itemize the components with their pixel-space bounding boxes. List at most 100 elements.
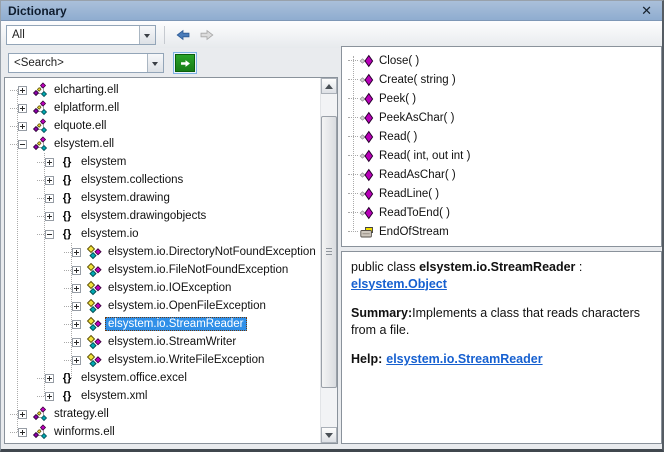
tree-item-label[interactable]: elsystem.io.FileNotFoundException — [105, 263, 291, 277]
tree-item-label[interactable]: elcharting.ell — [51, 83, 122, 97]
tree-item[interactable]: elsystem.io.WriteFileException — [5, 351, 320, 369]
library-icon — [32, 136, 48, 152]
tree-item[interactable]: elsystem.ell — [5, 135, 320, 153]
tree-item-label[interactable]: elsystem.io.IOException — [105, 281, 234, 295]
member-item-label[interactable]: Create( string ) — [379, 74, 456, 86]
tree-item-label[interactable]: elsystem.drawing — [78, 191, 173, 205]
search-combobox[interactable]: <Search> — [8, 53, 164, 73]
member-item[interactable]: EndOfStream — [348, 222, 661, 241]
tree-item-label[interactable]: elsystem.xml — [78, 389, 150, 403]
summary-label: Summary: — [351, 306, 413, 320]
tree-item-label[interactable]: elsystem.io.OpenFileException — [105, 299, 269, 313]
tree-item[interactable]: elsystem.io.OpenFileException — [5, 297, 320, 315]
collapse-icon[interactable] — [18, 139, 27, 149]
tree-item-label[interactable]: elsystem.ell — [51, 137, 117, 151]
member-item-label[interactable]: PeekAsChar( ) — [379, 112, 454, 124]
member-item[interactable]: ReadAsChar( ) — [348, 165, 661, 184]
member-item-label[interactable]: Read( int, out int ) — [379, 150, 470, 162]
expand-icon[interactable] — [72, 247, 81, 257]
expand-icon[interactable] — [18, 85, 27, 95]
expand-icon[interactable] — [72, 355, 81, 365]
member-item[interactable]: Peek( ) — [348, 89, 661, 108]
tree-item-label[interactable]: strategy.ell — [51, 407, 112, 421]
tree-item-label[interactable]: elsystem — [78, 155, 129, 169]
member-item[interactable]: Read( int, out int ) — [348, 146, 661, 165]
expand-icon[interactable] — [45, 373, 54, 383]
expand-icon[interactable] — [72, 301, 81, 311]
expand-icon[interactable] — [18, 409, 27, 419]
tree-item[interactable]: elquote.ell — [5, 117, 320, 135]
tree-item-label[interactable]: elsystem.collections — [78, 173, 186, 187]
toolbar: All — [1, 21, 662, 48]
tree-item[interactable]: {} elsystem.io — [5, 225, 320, 243]
tree-item-label[interactable]: elsystem.drawingobjects — [78, 209, 209, 223]
expand-icon[interactable] — [72, 283, 81, 293]
tree-item[interactable]: elsystem.io.StreamReader — [5, 315, 320, 333]
close-icon[interactable]: ✕ — [638, 3, 655, 19]
expand-icon[interactable] — [72, 319, 81, 329]
tree-item-label[interactable]: winforms.ell — [51, 425, 118, 439]
tree-item[interactable]: elcharting.ell — [5, 81, 320, 99]
member-item[interactable]: Read( ) — [348, 127, 661, 146]
member-item[interactable]: PeekAsChar( ) — [348, 108, 661, 127]
member-item-label[interactable]: ReadToEnd( ) — [379, 207, 450, 219]
member-item-label[interactable]: ReadLine( ) — [379, 188, 439, 200]
tree-item[interactable]: strategy.ell — [5, 405, 320, 423]
tree-item-label[interactable]: elplatform.ell — [51, 101, 122, 115]
expand-icon[interactable] — [45, 157, 54, 167]
member-item-label[interactable]: Peek( ) — [379, 93, 416, 105]
expand-icon[interactable] — [45, 175, 54, 185]
scroll-down-button[interactable] — [321, 427, 337, 443]
tree-item-label[interactable]: elsystem.io.StreamWriter — [105, 335, 239, 349]
tree-item[interactable]: {} elsystem.xml — [5, 387, 320, 405]
member-item[interactable]: Close( ) — [348, 51, 661, 70]
expand-icon[interactable] — [45, 211, 54, 221]
tree-item-label[interactable]: elsystem.io — [78, 227, 142, 241]
member-item-label[interactable]: ReadAsChar( ) — [379, 169, 456, 181]
declaration-prefix: public class — [351, 260, 420, 274]
member-item-label[interactable]: EndOfStream — [379, 226, 449, 238]
back-button[interactable] — [171, 25, 195, 45]
tree-item[interactable]: elsystem.io.FileNotFoundException — [5, 261, 320, 279]
tree-item-label[interactable]: elsystem.office.excel — [78, 371, 190, 385]
tree-item[interactable]: winforms.ell — [5, 423, 320, 441]
tree-scrollbar[interactable] — [320, 78, 337, 443]
expand-icon[interactable] — [18, 103, 27, 113]
scroll-up-button[interactable] — [321, 78, 337, 94]
tree-item[interactable]: {} elsystem — [5, 153, 320, 171]
tree-item[interactable]: elsystem.io.StreamWriter — [5, 333, 320, 351]
help-link[interactable]: elsystem.io.StreamReader — [386, 352, 542, 366]
member-item[interactable]: ReadToEnd( ) — [348, 203, 661, 222]
tree-item-label[interactable]: elsystem.io.WriteFileException — [105, 353, 267, 367]
chevron-down-icon[interactable] — [139, 25, 155, 44]
tree-item[interactable]: {} elsystem.collections — [5, 171, 320, 189]
tree-item[interactable]: {} elsystem.drawingobjects — [5, 207, 320, 225]
method-icon — [359, 129, 375, 145]
expand-icon[interactable] — [45, 193, 54, 203]
tree-item-label[interactable]: elquote.ell — [51, 119, 109, 133]
tree-item[interactable]: {} elsystem.office.excel — [5, 369, 320, 387]
expand-icon[interactable] — [18, 121, 27, 131]
member-item-label[interactable]: Read( ) — [379, 131, 417, 143]
expand-icon[interactable] — [72, 265, 81, 275]
member-item-label[interactable]: Close( ) — [379, 55, 419, 67]
tree-item[interactable]: elsystem.io.DirectoryNotFoundException — [5, 243, 320, 261]
tree-connector — [37, 395, 44, 397]
member-item[interactable]: ReadLine( ) — [348, 184, 661, 203]
expand-icon[interactable] — [45, 391, 54, 401]
forward-button[interactable] — [195, 25, 219, 45]
tree-item[interactable]: elsystem.io.IOException — [5, 279, 320, 297]
filter-combobox[interactable]: All — [6, 24, 156, 45]
scroll-thumb[interactable] — [321, 116, 337, 388]
expand-icon[interactable] — [18, 427, 27, 437]
tree-item-label[interactable]: elsystem.io.DirectoryNotFoundException — [105, 245, 319, 259]
tree-item[interactable]: elplatform.ell — [5, 99, 320, 117]
tree-item-label[interactable]: elsystem.io.StreamReader — [105, 317, 247, 331]
base-class-link[interactable]: elsystem.Object — [351, 277, 447, 291]
search-go-button[interactable] — [173, 52, 197, 74]
member-item[interactable]: Create( string ) — [348, 70, 661, 89]
tree-item[interactable]: {} elsystem.drawing — [5, 189, 320, 207]
collapse-icon[interactable] — [45, 229, 54, 239]
expand-icon[interactable] — [72, 337, 81, 347]
chevron-down-icon[interactable] — [147, 54, 163, 72]
